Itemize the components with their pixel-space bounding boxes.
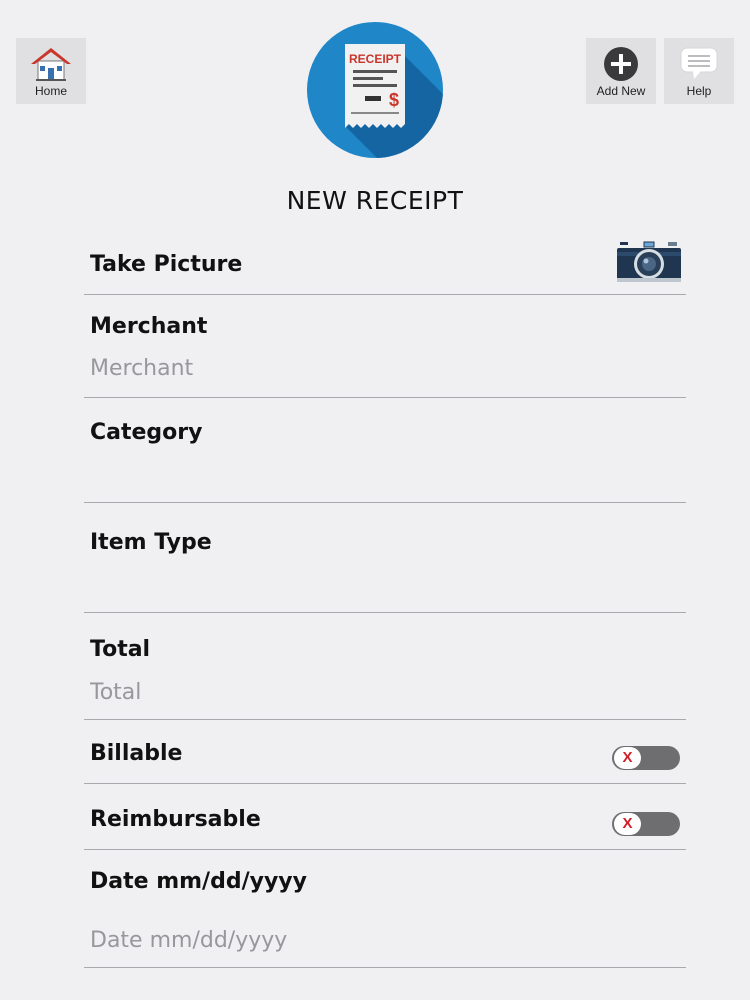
billable-label: Billable <box>90 741 183 766</box>
item-type-label: Item Type <box>90 530 212 555</box>
toggle-off-x-icon: X <box>614 747 641 769</box>
category-row[interactable]: Category <box>84 398 686 503</box>
merchant-input[interactable] <box>90 353 670 383</box>
logo-text: RECEIPT <box>349 52 402 66</box>
reimbursable-toggle[interactable]: X <box>612 812 680 836</box>
receipt-logo-icon: RECEIPT $ <box>307 22 443 158</box>
date-label: Date mm/dd/yyyy <box>90 869 307 894</box>
home-button[interactable]: Home <box>16 38 86 104</box>
date-input[interactable] <box>90 925 670 955</box>
plus-circle-icon <box>603 46 639 86</box>
chat-bubble-icon <box>679 46 719 86</box>
take-picture-label: Take Picture <box>90 252 243 277</box>
billable-row: Billable X <box>84 720 686 784</box>
house-icon <box>29 46 73 86</box>
date-row: Date mm/dd/yyyy <box>84 850 686 968</box>
total-input[interactable] <box>90 677 670 707</box>
reimbursable-label: Reimbursable <box>90 807 261 832</box>
add-new-label: Add New <box>596 84 646 98</box>
total-label: Total <box>90 637 151 662</box>
merchant-row: Merchant <box>84 295 686 398</box>
merchant-label: Merchant <box>90 314 208 339</box>
reimbursable-row: Reimbursable X <box>84 784 686 850</box>
add-new-button[interactable]: Add New <box>586 38 656 104</box>
home-label: Home <box>34 84 67 98</box>
billable-toggle[interactable]: X <box>612 746 680 770</box>
camera-icon[interactable] <box>616 240 682 288</box>
help-button[interactable]: Help <box>664 38 734 104</box>
item-type-row[interactable]: Item Type <box>84 503 686 613</box>
logo-dollar: $ <box>389 90 399 110</box>
page-title: NEW RECEIPT <box>286 186 464 215</box>
total-row: Total <box>84 613 686 720</box>
help-label: Help <box>686 84 712 98</box>
toggle-off-x-icon: X <box>614 813 641 835</box>
category-label: Category <box>90 420 203 445</box>
take-picture-row[interactable]: Take Picture <box>84 236 686 295</box>
